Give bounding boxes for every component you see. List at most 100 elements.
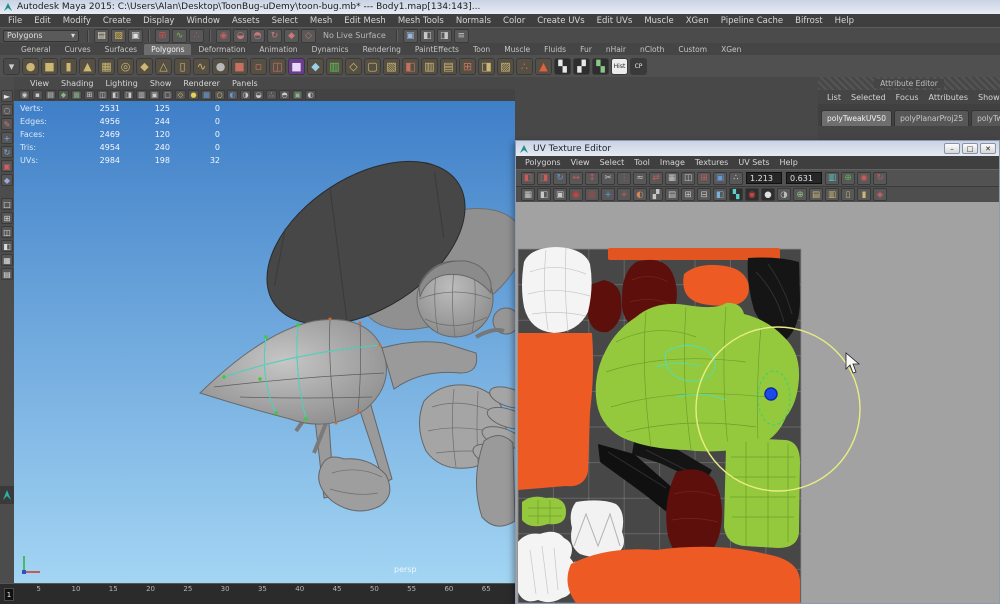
shelf-tab-fluids[interactable]: Fluids bbox=[537, 44, 573, 55]
open-scene-icon[interactable]: ▨ bbox=[111, 29, 126, 43]
attribute-editor-menu-item-show[interactable]: Show bbox=[973, 93, 1000, 102]
move-v-icon[interactable]: ↕ bbox=[585, 172, 599, 185]
attribute-editor-menu-item-list[interactable]: List bbox=[822, 93, 846, 102]
uv-distortion-icon[interactable]: ◈ bbox=[873, 188, 887, 201]
shelf-tab-muscle[interactable]: Muscle bbox=[497, 44, 537, 55]
uv-smudge-tool-icon[interactable]: ◎ bbox=[585, 188, 599, 201]
menu-item-window[interactable]: Window bbox=[180, 16, 226, 26]
poly-sphere-icon[interactable]: ● bbox=[22, 58, 39, 75]
checker-map-c-icon[interactable]: ▚ bbox=[592, 58, 609, 75]
uv-editor-menu-item-uv-sets[interactable]: UV Sets bbox=[733, 158, 774, 167]
close-button[interactable]: ✕ bbox=[980, 143, 996, 154]
camera-attributes-icon[interactable]: ▤ bbox=[45, 90, 56, 100]
cp-icon[interactable]: CP bbox=[630, 58, 647, 75]
shelf-tab-animation[interactable]: Animation bbox=[252, 44, 304, 55]
grid-uvs-icon[interactable]: ∴ bbox=[729, 172, 743, 185]
append-polygon-icon[interactable]: ▧ bbox=[383, 58, 400, 75]
cut-uv-edges-icon[interactable]: ✂ bbox=[601, 172, 615, 185]
uv-editor-menu-item-polygons[interactable]: Polygons bbox=[520, 158, 566, 167]
render-settings-icon[interactable]: ≡ bbox=[454, 29, 469, 43]
attribute-editor-tab-polytweakuv50[interactable]: polyTweakUV50 bbox=[821, 110, 892, 126]
mirror-geometry-icon[interactable]: ▥ bbox=[326, 58, 343, 75]
layout-uvs-icon[interactable]: ▦ bbox=[665, 172, 679, 185]
menu-item-create-uvs[interactable]: Create UVs bbox=[531, 16, 590, 26]
pixel-snap-icon[interactable]: ⊕ bbox=[793, 188, 807, 201]
remove-from-isolation-icon[interactable]: ⊟ bbox=[697, 188, 711, 201]
uv-editor-menu-item-textures[interactable]: Textures bbox=[690, 158, 733, 167]
attribute-editor-tab-polyplanarproj25[interactable]: polyPlanarProj25 bbox=[894, 110, 969, 126]
menu-item-mesh[interactable]: Mesh bbox=[304, 16, 338, 26]
paint-select-tool-icon[interactable]: ✎ bbox=[1, 118, 13, 130]
shadows-icon[interactable]: ◐ bbox=[227, 90, 238, 100]
insert-edge-loop-icon[interactable]: ▥ bbox=[421, 58, 438, 75]
layout-persp-outliner-icon[interactable]: ◫ bbox=[1, 226, 13, 238]
shelf-tab-general[interactable]: General bbox=[14, 44, 58, 55]
offset-edge-loop-icon[interactable]: ▤ bbox=[440, 58, 457, 75]
uv-texture-editor-window[interactable]: UV Texture Editor –□✕ PolygonsViewSelect… bbox=[515, 140, 1000, 604]
menu-item-muscle[interactable]: Muscle bbox=[638, 16, 679, 26]
menu-item-assets[interactable]: Assets bbox=[226, 16, 266, 26]
layout-persp-graph-icon[interactable]: ◧ bbox=[1, 240, 13, 252]
layout-hypershade-icon[interactable]: ▦ bbox=[1, 254, 13, 266]
time-slider[interactable]: 1 5101520253035404550556065 bbox=[0, 583, 515, 604]
booleans-icon[interactable]: ■ bbox=[288, 58, 305, 75]
menu-item-edit[interactable]: Edit bbox=[28, 16, 56, 26]
extract-icon[interactable]: ◫ bbox=[269, 58, 286, 75]
shelf-tab-dynamics[interactable]: Dynamics bbox=[305, 44, 356, 55]
uv-editor-menu-item-tool[interactable]: Tool bbox=[629, 158, 655, 167]
isolate-select-icon[interactable]: ▣ bbox=[292, 90, 303, 100]
uv-lattice-tool-icon[interactable]: ▦ bbox=[521, 188, 535, 201]
separate-icon[interactable]: ▫ bbox=[250, 58, 267, 75]
render-view-icon[interactable]: ▣ bbox=[403, 29, 418, 43]
paste-v-icon[interactable]: ▮ bbox=[857, 188, 871, 201]
selection-mode-dropdown[interactable]: Polygons ▾ bbox=[3, 30, 79, 42]
menu-item-modify[interactable]: Modify bbox=[57, 16, 97, 26]
menu-item-edit-mesh[interactable]: Edit Mesh bbox=[338, 16, 392, 26]
soft-select-icon[interactable]: ◐ bbox=[633, 188, 647, 201]
menu-item-pipeline-cache[interactable]: Pipeline Cache bbox=[715, 16, 789, 26]
snap-curve-icon[interactable]: ∿ bbox=[172, 29, 187, 43]
shelf-tab-deformation[interactable]: Deformation bbox=[191, 44, 252, 55]
poly-soccerball-icon[interactable]: ● bbox=[212, 58, 229, 75]
selected-uv-point[interactable] bbox=[765, 388, 777, 400]
shelf-tab-toon[interactable]: Toon bbox=[466, 44, 497, 55]
shaded-icon[interactable]: ● bbox=[188, 90, 199, 100]
poly-helix-icon[interactable]: ∿ bbox=[193, 58, 210, 75]
uv-editor-title-bar[interactable]: UV Texture Editor –□✕ bbox=[516, 141, 999, 156]
panel-menu-item-view[interactable]: View bbox=[24, 79, 55, 88]
minimize-button[interactable]: – bbox=[944, 143, 960, 154]
toon-bug-model[interactable] bbox=[14, 101, 515, 583]
layout-single-pane-icon[interactable]: □ bbox=[1, 198, 13, 210]
bridge-icon[interactable]: ◇ bbox=[345, 58, 362, 75]
menu-item-bifrost[interactable]: Bifrost bbox=[789, 16, 828, 26]
textured-icon[interactable]: ▦ bbox=[201, 90, 212, 100]
render-current-frame-icon[interactable]: ◧ bbox=[420, 29, 435, 43]
image-plane-icon[interactable]: ▦ bbox=[71, 90, 82, 100]
alpha-channel-icon[interactable]: ● bbox=[761, 188, 775, 201]
add-to-isolation-icon[interactable]: ⊞ bbox=[681, 188, 695, 201]
checkered-display-icon[interactable]: ▚ bbox=[729, 188, 743, 201]
screen-ao-icon[interactable]: ◑ bbox=[240, 90, 251, 100]
foot[interactable] bbox=[476, 435, 515, 526]
shelf-tab-polygons[interactable]: Polygons bbox=[144, 44, 191, 55]
combine-icon[interactable]: ■ bbox=[231, 58, 248, 75]
input-connections-icon[interactable]: ◒ bbox=[233, 29, 248, 43]
isolate-select-uv-icon[interactable]: ▤ bbox=[665, 188, 679, 201]
shelf-tab-nhair[interactable]: nHair bbox=[599, 44, 633, 55]
bend-icon[interactable]: ▨ bbox=[497, 58, 514, 75]
extrude-icon[interactable]: ⊞ bbox=[459, 58, 476, 75]
select-shell-icon[interactable]: ▣ bbox=[553, 188, 567, 201]
uv-snapshot-icon[interactable]: ▣ bbox=[713, 172, 727, 185]
pivot-icon[interactable]: + bbox=[617, 188, 631, 201]
pin-uvs-icon[interactable]: ◉ bbox=[857, 172, 871, 185]
shelf-tab-surfaces[interactable]: Surfaces bbox=[98, 44, 144, 55]
rotate-uv-ccw-icon[interactable]: ↻ bbox=[553, 172, 567, 185]
layout-four-pane-icon[interactable]: ⊞ bbox=[1, 212, 13, 224]
hist-icon[interactable]: Hist bbox=[611, 58, 628, 75]
shelf-menu-icon[interactable]: ▾ bbox=[3, 58, 20, 75]
motion-blur-icon[interactable]: ◒ bbox=[253, 90, 264, 100]
selection-mask-icon[interactable]: ◇ bbox=[301, 29, 316, 43]
menu-item-normals[interactable]: Normals bbox=[450, 16, 497, 26]
select-tool-icon[interactable]: ► bbox=[1, 90, 13, 102]
rgb-channels-icon[interactable]: ◉ bbox=[745, 188, 759, 201]
